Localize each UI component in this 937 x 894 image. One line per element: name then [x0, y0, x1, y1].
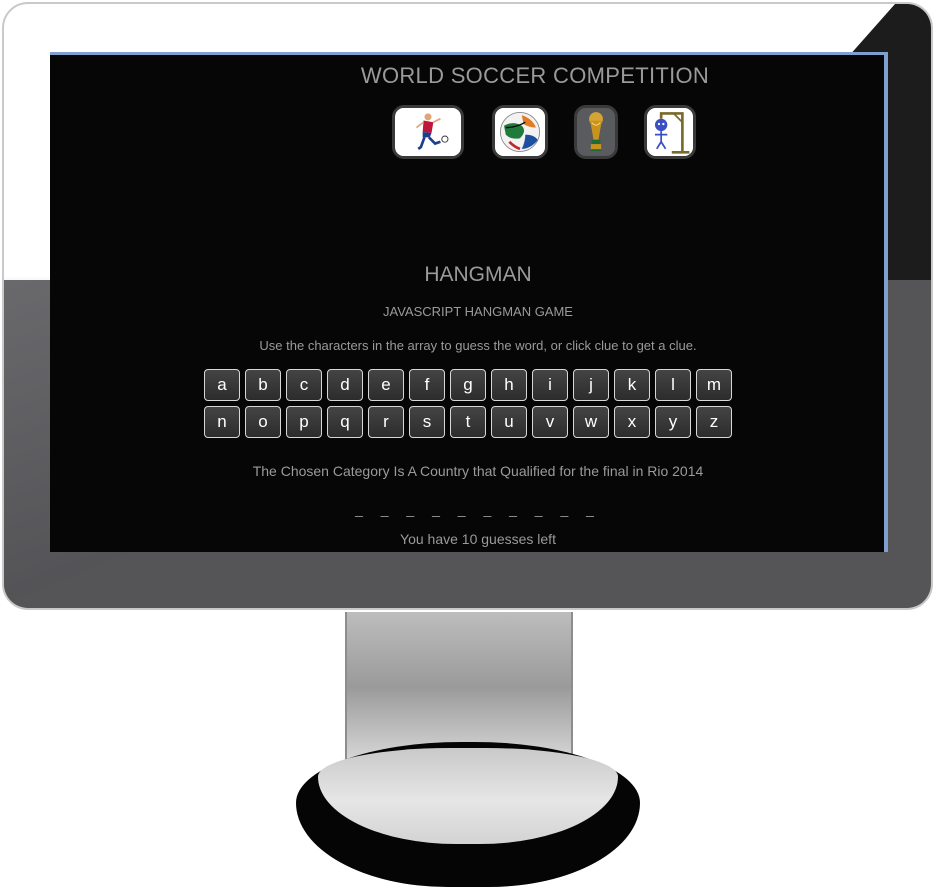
- word-blanks: _ _ _ _ _ _ _ _ _ _: [355, 501, 601, 517]
- soccer-ball-icon[interactable]: [492, 105, 548, 159]
- letter-key-t[interactable]: t: [450, 406, 486, 438]
- keyboard-row-1: abcdefghijklm: [204, 369, 744, 401]
- letter-key-m[interactable]: m: [696, 369, 732, 401]
- guesses-remaining: You have 10 guesses left: [400, 531, 556, 547]
- site-title: WORLD SOCCER COMPETITION: [360, 63, 710, 88]
- letter-key-e[interactable]: e: [368, 369, 404, 401]
- letter-key-u[interactable]: u: [491, 406, 527, 438]
- letter-key-v[interactable]: v: [532, 406, 568, 438]
- hangman-icon[interactable]: [644, 105, 696, 159]
- letter-key-b[interactable]: b: [245, 369, 281, 401]
- letter-key-n[interactable]: n: [204, 406, 240, 438]
- letter-key-p[interactable]: p: [286, 406, 322, 438]
- letter-key-q[interactable]: q: [327, 406, 363, 438]
- letter-key-r[interactable]: r: [368, 406, 404, 438]
- letter-key-o[interactable]: o: [245, 406, 281, 438]
- letter-key-f[interactable]: f: [409, 369, 445, 401]
- keyboard-row-2: nopqrstuvwxyz: [204, 406, 744, 438]
- nav-icons: [392, 105, 712, 165]
- screen: WORLD SOCCER COMPETITION HANGMAN JAVASCR…: [50, 52, 888, 552]
- category-hint: The Chosen Category Is A Country that Qu…: [252, 463, 704, 479]
- letter-key-w[interactable]: w: [573, 406, 609, 438]
- game-instructions: Use the characters in the array to guess…: [259, 338, 697, 353]
- letter-keyboard: abcdefghijklm nopqrstuvwxyz: [204, 369, 744, 443]
- letter-key-k[interactable]: k: [614, 369, 650, 401]
- letter-key-j[interactable]: j: [573, 369, 609, 401]
- letter-key-i[interactable]: i: [532, 369, 568, 401]
- letter-key-x[interactable]: x: [614, 406, 650, 438]
- letter-key-d[interactable]: d: [327, 369, 363, 401]
- letter-key-s[interactable]: s: [409, 406, 445, 438]
- letter-key-c[interactable]: c: [286, 369, 322, 401]
- letter-key-g[interactable]: g: [450, 369, 486, 401]
- letter-key-l[interactable]: l: [655, 369, 691, 401]
- letter-key-z[interactable]: z: [696, 406, 732, 438]
- game-title: HANGMAN: [424, 263, 532, 286]
- letter-key-h[interactable]: h: [491, 369, 527, 401]
- game-subtitle: JAVASCRIPT HANGMAN GAME: [383, 304, 573, 319]
- letter-key-y[interactable]: y: [655, 406, 691, 438]
- letter-key-a[interactable]: a: [204, 369, 240, 401]
- soccer-player-icon[interactable]: [392, 105, 464, 159]
- monitor-stand-neck: [345, 612, 573, 762]
- world-cup-trophy-icon[interactable]: [574, 105, 618, 159]
